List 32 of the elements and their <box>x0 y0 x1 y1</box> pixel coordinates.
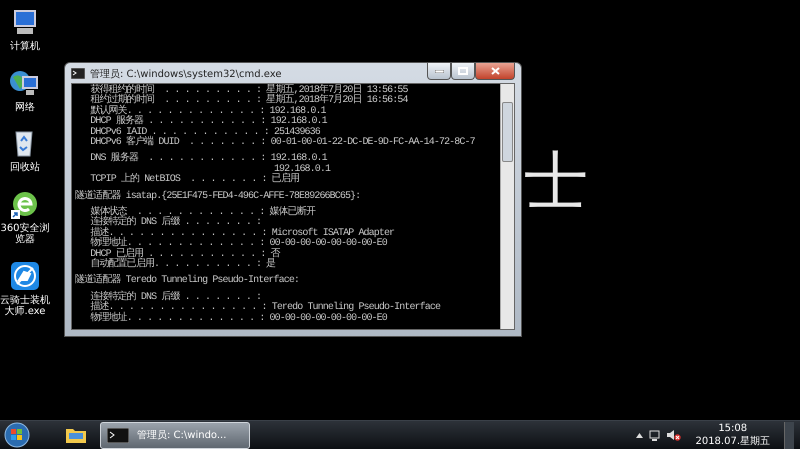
console-line: 隧道适配器 isatap.{25E1F475-FED4-496C-AFFE-78E89266BC65}: <box>75 192 362 202</box>
maximize-icon <box>458 67 468 75</box>
speaker-muted-icon[interactable] <box>667 429 682 441</box>
desktop-icon-label[interactable]: 360安全浏览器 <box>0 222 50 246</box>
console-line: DHCPv6 客户端 DUID . . . . . . . : 00-01-00-01-22-DC-DE-9D-FC-AA-14-72-8C-7 <box>89 138 476 148</box>
console-line: TCPIP 上的 NetBIOS . . . . . . . : 已启用 <box>89 175 300 186</box>
minimize-button[interactable] <box>427 63 451 80</box>
console-line: DNS 服务器 . . . . . . . . . . . : 192.168.0.1 <box>89 154 328 164</box>
minimize-icon <box>434 70 444 72</box>
console-line: 自动配置已启用. . . . . . . . . . : 是 <box>89 260 276 270</box>
close-icon <box>490 67 500 75</box>
taskbar-button[interactable]: 管理员: C:\windo... <box>100 422 250 448</box>
show-hidden-icons-button[interactable] <box>636 432 644 438</box>
wallpaper-glyph: 士 <box>524 150 588 214</box>
folder-icon <box>65 426 87 444</box>
desktop-icon-label[interactable]: 计算机 <box>0 41 50 52</box>
desktop-icon-label[interactable]: 回收站 <box>0 162 50 174</box>
desktop-icon-label[interactable]: 网络 <box>0 102 50 113</box>
window-title: 管理员: C:\windows\system32\cmd.exe <box>90 68 282 82</box>
console-line: 隧道适配器 Teredo Tunneling Pseudo-Interface: <box>75 276 300 287</box>
console-line: 物理地址. . . . . . . . . . . . . : 00-00-00-00-00-00-00-E0 <box>89 314 388 324</box>
close-button[interactable] <box>475 63 515 80</box>
console-line: DHCP 服务器 . . . . . . . . . . . : 192.168.0.1 <box>89 117 328 128</box>
console-icon <box>71 68 85 79</box>
console-icon <box>107 428 129 442</box>
maximize-button[interactable] <box>451 63 475 80</box>
scrollbar[interactable] <box>500 84 514 329</box>
clock-time[interactable]: 15:08 <box>695 422 770 435</box>
start-button[interactable] <box>4 422 30 448</box>
desktop-icon-label[interactable]: 云骑士装机大师.exe <box>0 294 50 318</box>
clock-date[interactable]: 2018.07.星期五 <box>695 435 770 448</box>
network-icon[interactable] <box>649 429 662 441</box>
